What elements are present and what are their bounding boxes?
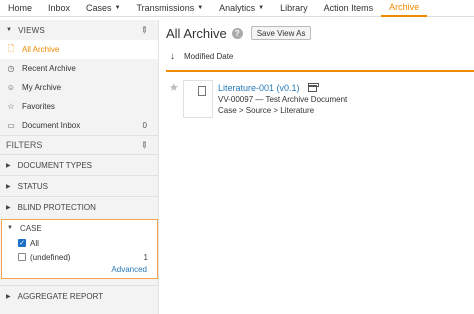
document-info: Literature-001 (v0.1) VV-00097 — Test Ar…: [218, 82, 347, 116]
triangle-down-icon: ▼: [6, 27, 13, 33]
views-label: VIEWS: [18, 25, 45, 35]
document-title-link[interactable]: Literature-001 (v0.1): [218, 83, 300, 93]
nav-library[interactable]: Library: [272, 0, 316, 17]
filter-aggregate-report[interactable]: ▶ AGGREGATE REPORT: [0, 285, 158, 306]
option-label: All: [30, 238, 39, 248]
nav-action-items-label: Action Items: [323, 3, 374, 13]
triangle-right-icon: ▶: [6, 162, 11, 169]
title-row: All Archive ? Save View As: [166, 20, 474, 46]
caret-down-icon: ▼: [114, 5, 121, 11]
view-recent-archive[interactable]: ◷ Recent Archive: [0, 59, 158, 78]
nav-transmissions-label: Transmissions: [136, 3, 195, 13]
user-icon: ☺: [6, 83, 16, 92]
nav-analytics-label: Analytics: [219, 3, 256, 13]
filters-header: FILTERS ✎: [0, 135, 158, 154]
pin-icon[interactable]: ✎: [137, 23, 151, 36]
document-path: Case > Source > Literature: [218, 106, 315, 115]
checkbox-checked[interactable]: ✓: [18, 239, 26, 247]
view-document-inbox[interactable]: ▭ Document Inbox 0: [0, 116, 158, 135]
help-icon[interactable]: ?: [231, 27, 243, 39]
case-label: CASE: [19, 223, 42, 233]
filter-document-types[interactable]: ▶ DOCUMENT TYPES: [0, 154, 158, 175]
caret-down-icon: ▼: [258, 5, 265, 11]
filter-blind-protection[interactable]: ▶ BLIND PROTECTION: [0, 196, 158, 217]
document-row[interactable]: ★ Literature-001 (v0.1) VV-00097 — Test …: [166, 80, 474, 128]
option-count: 1: [143, 252, 148, 262]
nav-transmissions[interactable]: Transmissions ▼: [129, 0, 212, 17]
nav-inbox-label: Inbox: [48, 3, 71, 13]
checkbox-unchecked[interactable]: [18, 253, 26, 261]
divider: [166, 70, 474, 72]
document-title-row: Literature-001 (v0.1): [218, 82, 347, 94]
view-label: All Archive: [22, 45, 60, 54]
sort-label: Modified Date: [184, 51, 234, 61]
save-view-as-button[interactable]: Save View As: [250, 26, 312, 40]
filter-label: AGGREGATE REPORT: [17, 291, 104, 301]
triangle-down-icon: ▼: [7, 225, 13, 231]
filters-label: FILTERS: [6, 140, 43, 150]
top-navigation: Home Inbox Cases ▼ Transmissions ▼ Analyti…: [0, 0, 474, 17]
star-icon[interactable]: ★: [169, 81, 179, 94]
sidebar: ▼ VIEWS ✎ 🗋 All Archive ◷ Recent Archive…: [0, 20, 159, 314]
triangle-right-icon: ▶: [6, 183, 11, 190]
nav-library-label: Library: [280, 3, 308, 13]
case-filter-panel: ▼ CASE ✓ All (undefined) 1 Advanced: [1, 219, 158, 279]
nav-cases-label: Cases: [86, 3, 112, 13]
document-subtitle: VV-00097 — Test Archive Document: [218, 95, 348, 104]
view-all-archive[interactable]: 🗋 All Archive: [0, 40, 158, 59]
pin-icon[interactable]: ✎: [138, 138, 150, 151]
nav-analytics[interactable]: Analytics ▼: [211, 0, 272, 17]
view-label: Recent Archive: [22, 64, 76, 73]
nav-archive[interactable]: Archive: [381, 0, 428, 17]
case-filter-header[interactable]: ▼ CASE: [2, 220, 157, 236]
case-option-all[interactable]: ✓ All: [2, 236, 157, 250]
arrow-down-icon: ↓: [170, 50, 175, 62]
nav-home[interactable]: Home: [0, 0, 40, 17]
sort-control[interactable]: ↓ Modified Date: [166, 46, 474, 66]
nav-action-items[interactable]: Action Items: [316, 0, 382, 17]
view-label: Document Inbox: [22, 121, 81, 130]
file-icon: 🗋: [7, 43, 15, 53]
clock-icon: ◷: [7, 64, 15, 73]
triangle-right-icon: ▶: [6, 293, 11, 300]
filter-label: DOCUMENT TYPES: [17, 160, 93, 170]
document-icon: [198, 86, 206, 96]
case-option-undefined[interactable]: (undefined) 1: [2, 250, 157, 264]
triangle-right-icon: ▶: [6, 204, 11, 211]
inbox-icon: ▭: [7, 121, 15, 130]
caret-down-icon: ▼: [197, 5, 204, 11]
view-count: 0: [142, 121, 147, 130]
filter-status[interactable]: ▶ STATUS: [0, 175, 158, 196]
page-title: All Archive: [166, 25, 227, 41]
filter-label: STATUS: [17, 181, 48, 191]
nav-archive-label: Archive: [389, 2, 420, 12]
document-thumbnail[interactable]: [183, 80, 213, 118]
nav-inbox[interactable]: Inbox: [40, 0, 78, 17]
view-label: My Archive: [22, 83, 62, 92]
advanced-link[interactable]: Advanced: [2, 264, 157, 276]
view-my-archive[interactable]: ☺ My Archive: [0, 78, 158, 97]
view-label: Favorites: [22, 102, 55, 111]
views-header[interactable]: ▼ VIEWS ✎: [0, 20, 158, 40]
main-content: All Archive ? Save View As ↓ Modified Da…: [166, 20, 474, 314]
nav-home-label: Home: [8, 3, 33, 13]
view-favorites[interactable]: ☆ Favorites: [0, 97, 158, 116]
archive-icon: [307, 82, 319, 92]
star-icon: ☆: [7, 102, 15, 111]
filter-label: BLIND PROTECTION: [17, 202, 96, 212]
option-label: (undefined): [30, 252, 71, 262]
nav-cases[interactable]: Cases ▼: [78, 0, 128, 17]
